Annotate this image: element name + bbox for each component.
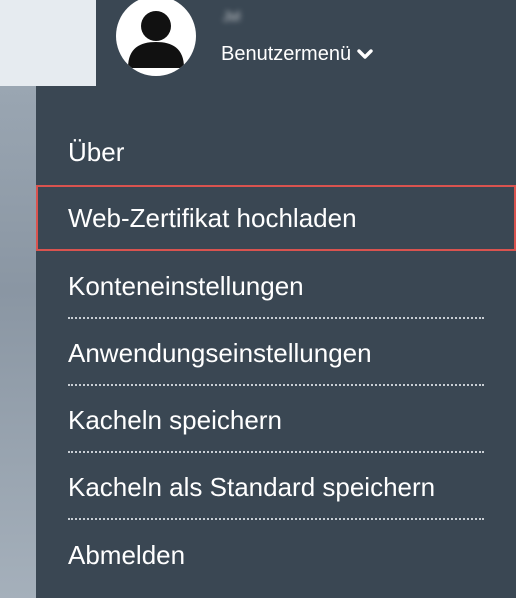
- user-menu-toggle[interactable]: Benutzermenü: [221, 43, 373, 66]
- user-menu-label: Benutzermenü: [221, 43, 352, 65]
- menu-item-save-tiles-as-default[interactable]: Kacheln als Standard speichern: [36, 454, 516, 520]
- menu-item-application-settings[interactable]: Anwendungseinstellungen: [36, 320, 516, 386]
- menu-item-upload-web-certificate[interactable]: Web-Zertifikat hochladen: [36, 185, 516, 251]
- menu-item-label: Web-Zertifikat hochladen: [68, 202, 357, 233]
- menu-item-label: Kacheln als Standard speichern: [68, 471, 436, 502]
- page-topbar-background: [0, 0, 96, 86]
- user-dropdown-menu: Über Web-Zertifikat hochladen Konteneins…: [36, 86, 516, 598]
- username-label: Jvl: [223, 8, 241, 24]
- menu-item-account-settings[interactable]: Konteneinstellungen: [36, 253, 516, 319]
- menu-item-logout[interactable]: Abmelden: [36, 522, 516, 588]
- menu-item-label: Kacheln speichern: [68, 404, 282, 435]
- menu-item-label: Über: [68, 136, 125, 167]
- user-header: Jvl Benutzermenü: [96, 0, 516, 86]
- menu-item-save-tiles[interactable]: Kacheln speichern: [36, 387, 516, 453]
- menu-item-label: Konteneinstellungen: [68, 270, 304, 301]
- menu-item-label: Anwendungseinstellungen: [68, 337, 372, 368]
- chevron-down-icon: [357, 48, 373, 61]
- menu-item-label: Abmelden: [68, 539, 186, 570]
- menu-item-about[interactable]: Über: [36, 119, 516, 185]
- user-silhouette-icon: [128, 11, 184, 68]
- avatar[interactable]: [116, 0, 196, 76]
- page-background: [0, 86, 36, 598]
